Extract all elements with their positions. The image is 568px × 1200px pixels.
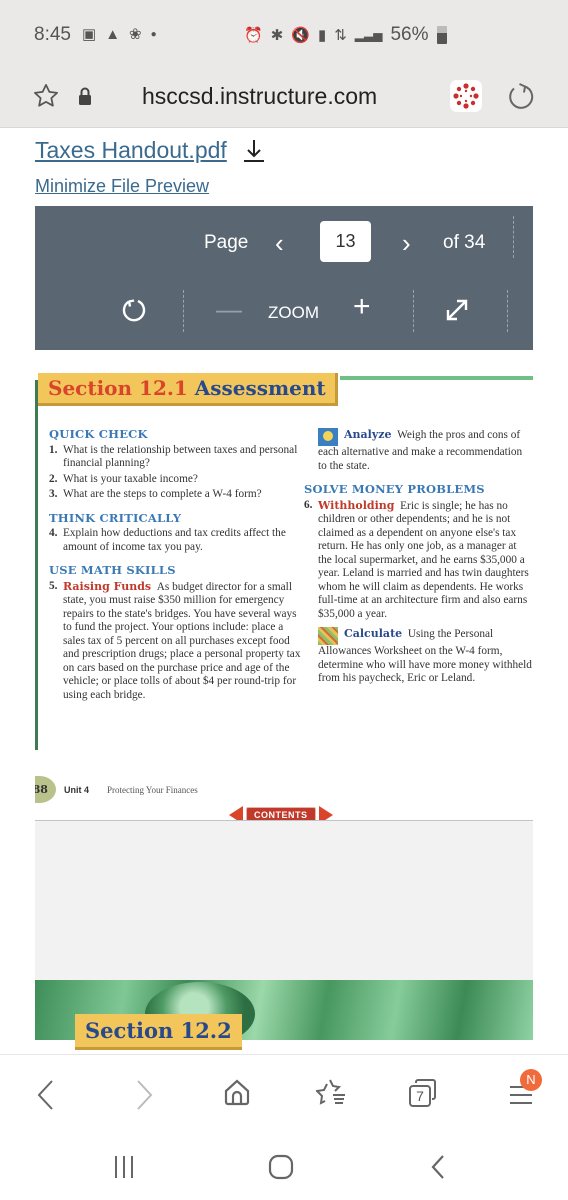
tabs-button[interactable]: 7 bbox=[408, 1077, 440, 1109]
clock: 8:45 bbox=[34, 24, 71, 45]
system-navigation-bar bbox=[0, 1134, 568, 1200]
decorative-rule bbox=[340, 376, 533, 380]
toolbar-divider bbox=[507, 290, 508, 332]
file-name-link[interactable]: Taxes Handout.pdf bbox=[35, 137, 227, 164]
system-back-icon[interactable] bbox=[430, 1154, 446, 1180]
star-icon[interactable] bbox=[32, 82, 60, 110]
next-section-heading: Section 12.2 bbox=[75, 1014, 242, 1050]
fullscreen-icon[interactable] bbox=[443, 296, 471, 324]
zoom-in-button[interactable]: + bbox=[353, 290, 371, 324]
right-column: Analyze Weigh the pros and cons of each … bbox=[304, 428, 533, 686]
decorative-rule bbox=[35, 380, 38, 750]
pdf-page: Section 12.1 Assessment QUICK CHECK 1. Wh… bbox=[35, 350, 533, 824]
page-footer: 388 Unit 4 Protecting Your Finances bbox=[35, 776, 198, 803]
browser-address-bar: hsccsd.instructure.com bbox=[0, 68, 568, 128]
page-number-input[interactable] bbox=[320, 221, 371, 262]
question-item: 3. What are the steps to complete a W-4 f… bbox=[49, 488, 262, 500]
question-item: 5. Raising Funds As budget director for a… bbox=[49, 579, 301, 701]
dot-icon: ● bbox=[150, 28, 157, 40]
page-count-label: of 34 bbox=[443, 232, 486, 253]
lightbulb-icon bbox=[318, 428, 338, 446]
notification-badge: N bbox=[520, 1069, 542, 1091]
snapchat-icon: ▲ bbox=[105, 25, 121, 43]
unit-label: Unit 4 bbox=[64, 784, 90, 795]
browser-bottom-nav: 7 N bbox=[0, 1054, 568, 1134]
battery-saver-icon: ▮ bbox=[317, 27, 327, 44]
use-math-skills-heading: USE MATH SKILLS bbox=[49, 563, 176, 577]
question-item: 4. Explain how deductions and tax credits… bbox=[49, 527, 286, 553]
battery-percent: 56% bbox=[390, 24, 429, 45]
home-icon[interactable] bbox=[222, 1077, 252, 1107]
toolbar-divider bbox=[513, 216, 514, 258]
pdf-toolbar: Page ‹ › of 34 — ZOOM + bbox=[35, 206, 533, 350]
alarm-icon: ⏰ bbox=[244, 27, 263, 44]
left-column: QUICK CHECK 1. What is the relationship b… bbox=[49, 427, 304, 702]
section-heading: Section 12.1 Assessment bbox=[38, 373, 338, 406]
battery-icon bbox=[436, 26, 447, 44]
page-separator bbox=[35, 820, 533, 980]
question-item: 2. What is your taxable income? bbox=[49, 472, 198, 485]
pdf-viewer[interactable]: Section 12.1 Assessment QUICK CHECK 1. Wh… bbox=[35, 350, 533, 1054]
unit-title: Protecting Your Finances bbox=[107, 784, 198, 795]
bookmarks-icon[interactable] bbox=[316, 1077, 348, 1107]
page-number: 388 bbox=[35, 776, 56, 803]
zoom-label: ZOOM bbox=[268, 303, 319, 322]
recent-apps-icon[interactable] bbox=[112, 1154, 136, 1180]
home-button-icon[interactable] bbox=[268, 1154, 294, 1180]
solve-money-problems-heading: SOLVE MONEY PROBLEMS bbox=[304, 482, 485, 496]
forward-icon[interactable] bbox=[134, 1077, 156, 1113]
data-transfer-icon: ⇅ bbox=[334, 27, 347, 44]
analyze-block: Analyze Weigh the pros and cons of each … bbox=[318, 428, 523, 472]
minimize-preview-link[interactable]: Minimize File Preview bbox=[35, 176, 209, 197]
status-bar: 8:45 ▣ ▲ ❀ ● ⏰ ✱ 🔇 ▮ ⇅ ▂▃▅ 56% bbox=[0, 0, 568, 68]
next-page-button[interactable]: › bbox=[402, 228, 411, 259]
toolbar-divider bbox=[413, 290, 414, 332]
question-item: 1. What is the relationship between taxes… bbox=[49, 443, 298, 470]
rotate-icon[interactable] bbox=[121, 297, 147, 323]
fan-icon: ❀ bbox=[129, 26, 142, 43]
gallery-icon: ▣ bbox=[82, 26, 97, 43]
toolbar-divider bbox=[183, 290, 184, 332]
prev-page-button[interactable]: ‹ bbox=[275, 228, 284, 259]
tabs-count: 7 bbox=[416, 1088, 424, 1104]
back-icon[interactable] bbox=[34, 1077, 56, 1113]
calculator-icon bbox=[318, 627, 338, 645]
reload-icon[interactable] bbox=[506, 82, 536, 112]
think-critically-heading: THINK CRITICALLY bbox=[49, 510, 182, 525]
signal-icon: ▂▃▅ bbox=[354, 28, 383, 42]
canvas-logo-icon[interactable] bbox=[450, 80, 482, 112]
url-text[interactable]: hsccsd.instructure.com bbox=[142, 83, 377, 110]
vibrate-mute-icon: 🔇 bbox=[291, 27, 310, 44]
lock-icon[interactable] bbox=[78, 86, 92, 106]
question-item: 6. Withholding Eric is single; he has no … bbox=[304, 498, 529, 620]
quick-check-heading: QUICK CHECK bbox=[49, 427, 148, 441]
calculate-block: Calculate Using the Personal Allowances … bbox=[318, 627, 532, 684]
bluetooth-icon: ✱ bbox=[270, 27, 284, 44]
page-label: Page bbox=[204, 232, 249, 253]
download-icon[interactable] bbox=[241, 137, 267, 165]
zoom-out-button[interactable]: — bbox=[216, 294, 242, 325]
